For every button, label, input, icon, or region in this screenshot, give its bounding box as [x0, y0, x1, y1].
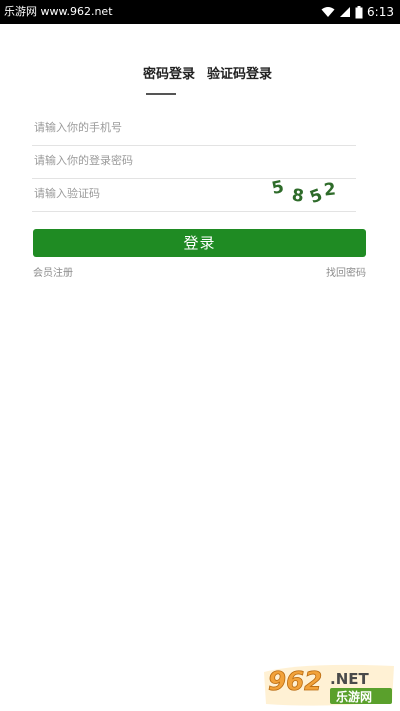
- wifi-icon: [321, 6, 335, 18]
- captcha-image[interactable]: 5 8 5 2: [270, 176, 350, 208]
- register-link[interactable]: 会员注册: [33, 264, 73, 279]
- password-input[interactable]: [32, 145, 264, 175]
- login-screen: 乐游网 www.962.net 6:13 密码登录 验证码登录 请输入你的手机号…: [0, 0, 400, 711]
- battery-icon: [355, 5, 363, 19]
- svg-text:.NET: .NET: [330, 670, 369, 688]
- signal-icon: [339, 6, 351, 18]
- svg-text:乐游网: 乐游网: [336, 689, 372, 704]
- captcha-char: 2: [323, 179, 337, 200]
- svg-text:962: 962: [268, 667, 322, 697]
- status-source-text: 乐游网 www.962.net: [4, 5, 113, 18]
- active-tab-indicator: [146, 93, 176, 95]
- captcha-char: 5: [270, 177, 286, 199]
- tab-password-login[interactable]: 密码登录: [143, 66, 195, 84]
- status-icons: 6:13: [321, 4, 394, 20]
- forgot-password-link[interactable]: 找回密码: [326, 264, 366, 279]
- login-button[interactable]: 登录: [33, 229, 366, 257]
- status-bar: 乐游网 www.962.net 6:13: [0, 0, 400, 24]
- phone-field: [32, 112, 356, 146]
- password-field: [32, 145, 356, 179]
- captcha-field: 5 8 5 2: [32, 176, 356, 212]
- captcha-char: 5: [307, 185, 325, 208]
- tab-code-login[interactable]: 验证码登录: [207, 66, 272, 84]
- status-time: 6:13: [367, 5, 394, 19]
- phone-input[interactable]: [32, 112, 264, 142]
- captcha-char: 8: [291, 185, 306, 206]
- captcha-input[interactable]: [32, 178, 264, 208]
- login-tabs: 密码登录 验证码登录: [0, 66, 400, 98]
- watermark-logo: 962 .NET 乐游网: [262, 662, 396, 708]
